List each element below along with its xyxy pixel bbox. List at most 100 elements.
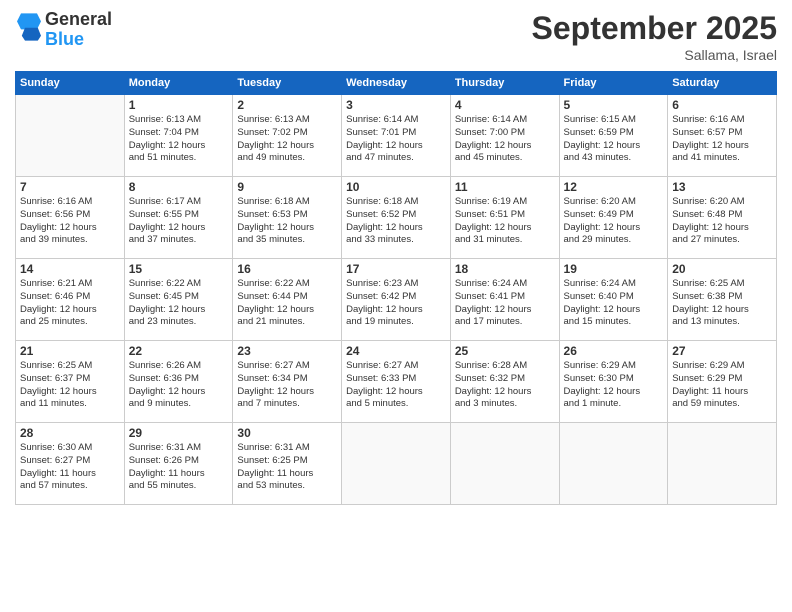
day-number: 25: [455, 344, 555, 358]
day-info: Sunrise: 6:27 AMSunset: 6:34 PMDaylight:…: [237, 360, 337, 411]
calendar-cell: 4Sunrise: 6:14 AMSunset: 7:00 PMDaylight…: [450, 95, 559, 177]
day-info: Sunrise: 6:18 AMSunset: 6:52 PMDaylight:…: [346, 196, 446, 247]
calendar-cell: [559, 423, 668, 505]
calendar-cell: 28Sunrise: 6:30 AMSunset: 6:27 PMDayligh…: [16, 423, 125, 505]
calendar-cell: [16, 95, 125, 177]
calendar-cell: 5 Sunrise: 6:15 AMSunset: 6:59 PMDaylight…: [559, 95, 668, 177]
header: General Blue September 2025 Sallama, Isr…: [15, 10, 777, 63]
day-number: 10: [346, 180, 446, 194]
day-info: Sunrise: 6:15 AMSunset: 6:59 PMDaylight:…: [564, 114, 664, 165]
calendar-table: Sunday Monday Tuesday Wednesday Thursday…: [15, 71, 777, 505]
day-number: 23: [237, 344, 337, 358]
logo-blue: Blue: [45, 29, 84, 49]
calendar-cell: 25 Sunrise: 6:28 AMSunset: 6:32 PMDayligh…: [450, 341, 559, 423]
day-number: 7: [20, 180, 120, 194]
day-number: 19: [564, 262, 664, 276]
day-number: 1: [129, 98, 229, 112]
calendar-cell: 10 Sunrise: 6:18 AMSunset: 6:52 PMDayligh…: [342, 177, 451, 259]
logo: General Blue: [15, 10, 112, 50]
calendar-cell: 9 Sunrise: 6:18 AMSunset: 6:53 PMDaylight…: [233, 177, 342, 259]
calendar-cell: 26Sunrise: 6:29 AMSunset: 6:30 PMDayligh…: [559, 341, 668, 423]
calendar-cell: 13 Sunrise: 6:20 AMSunset: 6:48 PMDayligh…: [668, 177, 777, 259]
day-number: 11: [455, 180, 555, 194]
calendar-week-row: 1Sunrise: 6:13 AMSunset: 7:04 PMDaylight…: [16, 95, 777, 177]
calendar-cell: 14Sunrise: 6:21 AMSunset: 6:46 PMDayligh…: [16, 259, 125, 341]
day-number: 13: [672, 180, 772, 194]
col-friday: Friday: [559, 72, 668, 95]
month-title: September 2025: [532, 10, 777, 47]
calendar-cell: 27Sunrise: 6:29 AMSunset: 6:29 PMDayligh…: [668, 341, 777, 423]
calendar-cell: 15 Sunrise: 6:22 AMSunset: 6:45 PMDayligh…: [124, 259, 233, 341]
calendar-cell: 21 Sunrise: 6:25 AMSunset: 6:37 PMDayligh…: [16, 341, 125, 423]
calendar-cell: 29Sunrise: 6:31 AMSunset: 6:26 PMDayligh…: [124, 423, 233, 505]
day-info: Sunrise: 6:24 AMSunset: 6:40 PMDaylight:…: [564, 278, 664, 329]
day-number: 30: [237, 426, 337, 440]
calendar-week-row: 7 Sunrise: 6:16 AMSunset: 6:56 PMDaylight…: [16, 177, 777, 259]
calendar-cell: 8Sunrise: 6:17 AMSunset: 6:55 PMDaylight…: [124, 177, 233, 259]
day-number: 14: [20, 262, 120, 276]
col-saturday: Saturday: [668, 72, 777, 95]
calendar-cell: 7 Sunrise: 6:16 AMSunset: 6:56 PMDaylight…: [16, 177, 125, 259]
day-number: 28: [20, 426, 120, 440]
col-thursday: Thursday: [450, 72, 559, 95]
day-info: Sunrise: 6:29 AMSunset: 6:30 PMDaylight:…: [564, 360, 664, 411]
col-tuesday: Tuesday: [233, 72, 342, 95]
calendar-cell: 19 Sunrise: 6:24 AMSunset: 6:40 PMDayligh…: [559, 259, 668, 341]
calendar-cell: 22 Sunrise: 6:26 AMSunset: 6:36 PMDayligh…: [124, 341, 233, 423]
col-wednesday: Wednesday: [342, 72, 451, 95]
calendar-cell: 3 Sunrise: 6:14 AMSunset: 7:01 PMDaylight…: [342, 95, 451, 177]
day-info: Sunrise: 6:14 AMSunset: 7:01 PMDaylight:…: [346, 114, 446, 165]
day-number: 22: [129, 344, 229, 358]
calendar-cell: [668, 423, 777, 505]
day-info: Sunrise: 6:25 AMSunset: 6:37 PMDaylight:…: [20, 360, 120, 411]
day-number: 9: [237, 180, 337, 194]
calendar-week-row: 28Sunrise: 6:30 AMSunset: 6:27 PMDayligh…: [16, 423, 777, 505]
day-info: Sunrise: 6:20 AMSunset: 6:48 PMDaylight:…: [672, 196, 772, 247]
calendar-cell: 12Sunrise: 6:20 AMSunset: 6:49 PMDayligh…: [559, 177, 668, 259]
calendar-week-row: 14Sunrise: 6:21 AMSunset: 6:46 PMDayligh…: [16, 259, 777, 341]
day-number: 4: [455, 98, 555, 112]
calendar-cell: 23 Sunrise: 6:27 AMSunset: 6:34 PMDayligh…: [233, 341, 342, 423]
calendar-cell: 11 Sunrise: 6:19 AMSunset: 6:51 PMDayligh…: [450, 177, 559, 259]
day-number: 5: [564, 98, 664, 112]
day-info: Sunrise: 6:27 AMSunset: 6:33 PMDaylight:…: [346, 360, 446, 411]
calendar-cell: 16Sunrise: 6:22 AMSunset: 6:44 PMDayligh…: [233, 259, 342, 341]
day-info: Sunrise: 6:28 AMSunset: 6:32 PMDaylight:…: [455, 360, 555, 411]
calendar-cell: 20 Sunrise: 6:25 AMSunset: 6:38 PMDayligh…: [668, 259, 777, 341]
day-number: 21: [20, 344, 120, 358]
calendar-header-row: Sunday Monday Tuesday Wednesday Thursday…: [16, 72, 777, 95]
col-sunday: Sunday: [16, 72, 125, 95]
page: General Blue September 2025 Sallama, Isr…: [0, 0, 792, 612]
day-number: 3: [346, 98, 446, 112]
day-number: 6: [672, 98, 772, 112]
day-info: Sunrise: 6:22 AMSunset: 6:45 PMDaylight:…: [129, 278, 229, 329]
logo-general: General: [45, 9, 112, 29]
day-info: Sunrise: 6:31 AMSunset: 6:25 PMDaylight:…: [237, 442, 337, 493]
day-info: Sunrise: 6:19 AMSunset: 6:51 PMDaylight:…: [455, 196, 555, 247]
title-block: September 2025 Sallama, Israel: [532, 10, 777, 63]
col-monday: Monday: [124, 72, 233, 95]
calendar-cell: 18Sunrise: 6:24 AMSunset: 6:41 PMDayligh…: [450, 259, 559, 341]
calendar-cell: 30 Sunrise: 6:31 AMSunset: 6:25 PMDayligh…: [233, 423, 342, 505]
calendar-cell: [450, 423, 559, 505]
day-info: Sunrise: 6:24 AMSunset: 6:41 PMDaylight:…: [455, 278, 555, 329]
calendar-week-row: 21 Sunrise: 6:25 AMSunset: 6:37 PMDayligh…: [16, 341, 777, 423]
day-info: Sunrise: 6:16 AMSunset: 6:56 PMDaylight:…: [20, 196, 120, 247]
day-info: Sunrise: 6:18 AMSunset: 6:53 PMDaylight:…: [237, 196, 337, 247]
day-info: Sunrise: 6:22 AMSunset: 6:44 PMDaylight:…: [237, 278, 337, 329]
location: Sallama, Israel: [532, 47, 777, 63]
day-number: 17: [346, 262, 446, 276]
day-info: Sunrise: 6:26 AMSunset: 6:36 PMDaylight:…: [129, 360, 229, 411]
logo-text: General Blue: [45, 10, 112, 50]
day-number: 2: [237, 98, 337, 112]
day-info: Sunrise: 6:23 AMSunset: 6:42 PMDaylight:…: [346, 278, 446, 329]
calendar-cell: 24Sunrise: 6:27 AMSunset: 6:33 PMDayligh…: [342, 341, 451, 423]
calendar-cell: 2 Sunrise: 6:13 AMSunset: 7:02 PMDaylight…: [233, 95, 342, 177]
day-info: Sunrise: 6:17 AMSunset: 6:55 PMDaylight:…: [129, 196, 229, 247]
day-number: 20: [672, 262, 772, 276]
day-info: Sunrise: 6:13 AMSunset: 7:02 PMDaylight:…: [237, 114, 337, 165]
day-number: 15: [129, 262, 229, 276]
day-number: 29: [129, 426, 229, 440]
day-info: Sunrise: 6:25 AMSunset: 6:38 PMDaylight:…: [672, 278, 772, 329]
day-info: Sunrise: 6:20 AMSunset: 6:49 PMDaylight:…: [564, 196, 664, 247]
